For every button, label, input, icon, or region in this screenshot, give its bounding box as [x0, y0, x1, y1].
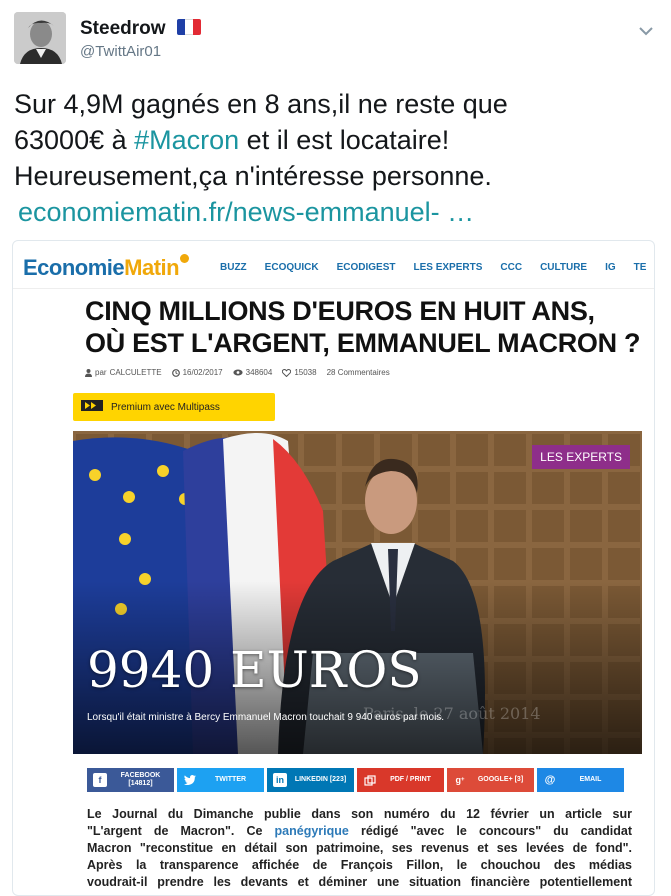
display-name-text[interactable]: Steedrow — [80, 18, 166, 39]
site-logo[interactable]: EconomieMatin — [23, 254, 190, 281]
body-line: Après la transparence affichée de Franço… — [87, 858, 632, 872]
facebook-count: [14812] — [128, 780, 153, 787]
tweet-text-line: Sur 4,9M gagnés en 8 ans,il ne reste que — [14, 89, 508, 119]
share-facebook-button[interactable]: f FACEBOOK [14812] — [87, 768, 174, 792]
body-fragment: rédigé "avec le concours" du candidat — [348, 824, 632, 838]
nav-item-culture[interactable]: CULTURE — [540, 262, 587, 273]
email-label: EMAIL — [579, 776, 602, 783]
body-line: voudrait-il prendre les devants et démin… — [87, 875, 632, 889]
email-icon: @ — [544, 774, 556, 786]
heart-icon — [282, 368, 292, 377]
share-print-button[interactable]: PDF / PRINT — [357, 768, 444, 792]
tweet-text-line: Heureusement,ça n'intéresse personne. — [14, 161, 492, 191]
hashtag-link[interactable]: #Macron — [134, 125, 239, 155]
body-line: "L'argent de Macron". Ce panégyrique réd… — [87, 823, 632, 840]
twitter-label: TWITTER — [214, 776, 247, 783]
like-count: 15038 — [294, 368, 317, 377]
eye-icon — [233, 369, 243, 376]
link-card[interactable]: EconomieMatin BUZZ ECOQUICK ECODIGEST LE… — [12, 240, 655, 896]
nav-item-ecodigest[interactable]: ECODIGEST — [337, 262, 396, 273]
google-plus-label: GOOGLE+ [3] — [477, 776, 524, 783]
facebook-icon: f — [93, 773, 107, 787]
hero-image[interactable]: Paris, le 27 août 2014 LES EXPERTS 9940 … — [73, 431, 642, 754]
article-meta: par CALCULETTE 16/02/2017 348604 15038 2… — [85, 368, 400, 377]
share-label: FACEBOOK [14812] — [113, 772, 168, 788]
nav-item-buzz[interactable]: BUZZ — [220, 262, 247, 273]
article-date: 16/02/2017 — [182, 368, 223, 377]
display-name[interactable]: Steedrow — [80, 18, 201, 40]
linkedin-label: LINKEDIN [223] — [294, 776, 347, 783]
tweet-text-fragment: 63000€ à — [14, 125, 135, 155]
linkedin-icon: in — [273, 773, 287, 787]
logo-dot-icon — [180, 254, 190, 263]
comments-meta[interactable]: 28 Commentaires — [327, 368, 390, 377]
tweet-text-line: 63000€ à #Macron et il est locataire! — [14, 122, 659, 158]
nav-item-ccc[interactable]: CCC — [500, 262, 522, 273]
share-google-plus-button[interactable]: g + GOOGLE+ [3] — [447, 768, 534, 792]
article-body: Le Journal du Dimanche publie dans son n… — [87, 806, 632, 891]
author-prefix: par — [95, 368, 107, 377]
headline-line: CINQ MILLIONS D'EUROS EN HUIT ANS, — [85, 296, 595, 326]
tweet-text: Sur 4,9M gagnés en 8 ans,il ne reste que… — [14, 86, 659, 230]
likes-meta: 15038 — [282, 368, 317, 377]
share-bar: f FACEBOOK [14812] TWITTER in LINKEDIN [2… — [87, 768, 624, 792]
twitter-icon — [183, 773, 197, 787]
hero-title: 9940 EUROS — [87, 641, 422, 699]
google-plus-icon: g + — [455, 775, 465, 785]
body-line: Macron "reconstitue en détail son patrim… — [87, 841, 632, 855]
logo-part: Economie — [23, 255, 125, 280]
premium-label: Premium avec Multipass — [111, 401, 220, 413]
user-handle[interactable]: @TwittAir01 — [80, 43, 161, 60]
author-name[interactable]: CALCULETTE — [110, 368, 162, 377]
panegyrique-link[interactable]: panégyrique — [275, 824, 349, 838]
chevron-down-icon[interactable] — [637, 22, 655, 40]
print-icon — [363, 773, 377, 787]
hero-photo: Paris, le 27 août 2014 — [73, 431, 642, 754]
body-line: Le Journal du Dimanche publie dans son n… — [87, 807, 632, 821]
hero-caption: Lorsqu'il était ministre à Bercy Emmanue… — [87, 712, 445, 723]
article-headline[interactable]: CINQ MILLIONS D'EUROS EN HUIT ANS, OÙ ES… — [85, 295, 654, 359]
user-icon — [85, 368, 92, 377]
nav-item-te[interactable]: TE — [634, 262, 647, 273]
nav-item-les-experts[interactable]: LES EXPERTS — [413, 262, 482, 273]
clock-icon — [171, 368, 180, 377]
tweet-text-fragment: et il est locataire! — [239, 125, 450, 155]
site-header: EconomieMatin BUZZ ECOQUICK ECODIGEST LE… — [13, 241, 654, 289]
view-count: 348604 — [245, 368, 273, 377]
premium-icon — [81, 400, 103, 414]
headline-line: OÙ EST L'ARGENT, EMMANUEL MACRON ? — [85, 328, 641, 358]
print-label: PDF / PRINT — [390, 776, 431, 783]
share-twitter-button[interactable]: TWITTER — [177, 768, 264, 792]
logo-part: Matin — [124, 255, 180, 280]
france-flag-icon — [176, 19, 201, 35]
author-meta: par CALCULETTE — [85, 368, 162, 377]
share-linkedin-button[interactable]: in LINKEDIN [223] — [267, 768, 354, 792]
nav-item-ig[interactable]: IG — [605, 262, 616, 273]
avatar[interactable] — [14, 12, 66, 64]
site-nav: BUZZ ECOQUICK ECODIGEST LES EXPERTS CCC … — [220, 262, 654, 273]
category-badge[interactable]: LES EXPERTS — [532, 445, 630, 469]
nav-item-ecoquick[interactable]: ECOQUICK — [265, 262, 319, 273]
tweet-link[interactable]: economiematin.fr/news-emmanuel- … — [14, 194, 659, 230]
share-email-button[interactable]: @ EMAIL — [537, 768, 624, 792]
date-meta: 16/02/2017 — [171, 368, 223, 377]
facebook-label: FACEBOOK — [120, 772, 161, 779]
body-fragment: "L'argent de Macron". Ce — [87, 824, 275, 838]
premium-banner[interactable]: Premium avec Multipass — [73, 393, 275, 421]
views-meta: 348604 — [233, 368, 273, 377]
